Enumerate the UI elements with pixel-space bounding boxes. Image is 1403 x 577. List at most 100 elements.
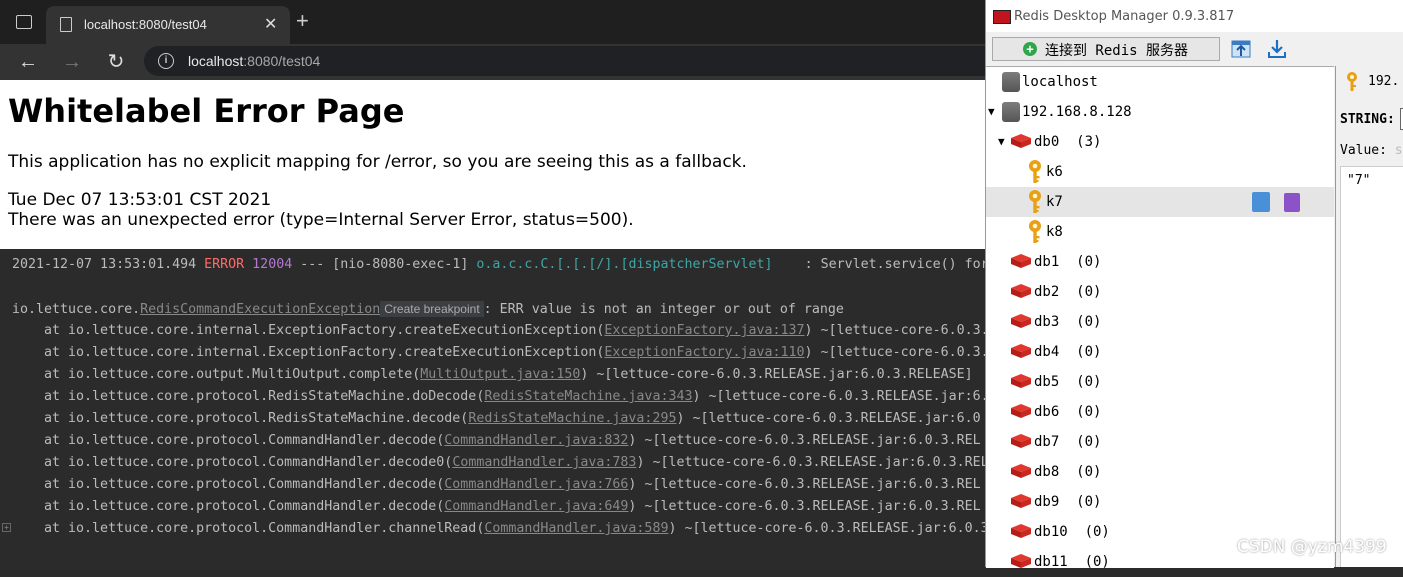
log-tail: : Servlet.service() for (772, 257, 989, 272)
exception-class-link[interactable]: RedisCommandExecutionException (140, 302, 380, 317)
frame-text: at io.lettuce.core.protocol.CommandHandl… (12, 499, 445, 514)
value-text: "7" (1347, 173, 1371, 188)
server-label: 192.168.8.128 (1022, 104, 1132, 120)
frame-text: ) ~[lettuce-core-6.0.3.RELEASE.jar:6.0.3… (636, 455, 989, 470)
source-link[interactable]: CommandHandler.java:832 (444, 433, 628, 448)
key-label: k6 (1046, 164, 1063, 180)
redis-db-icon (1011, 134, 1031, 148)
log-pid: 12004 (244, 257, 293, 272)
tab-active[interactable]: localhost:8080/test04 ✕ (46, 6, 290, 44)
source-link[interactable]: CommandHandler.java:589 (484, 521, 668, 536)
tree-db[interactable]: db4 (0) (986, 337, 1334, 367)
connection-tree: localhost ▼ 192.168.8.128 ▼ db0 (3) k6 k7… (986, 66, 1334, 570)
redis-db-icon (1010, 253, 1032, 269)
tree-db[interactable]: db8 (0) (986, 457, 1334, 487)
db-label: db8 (0) (1034, 464, 1102, 480)
frame-text: ) ~[lettuce-core-6.0.3.RELEASE.jar:6.0.3… (628, 499, 981, 514)
frame-text: at io.lettuce.core.protocol.CommandHandl… (12, 521, 485, 536)
tree-db[interactable]: db1 (0) (986, 247, 1334, 277)
source-link[interactable]: RedisStateMachine.java:343 (484, 389, 692, 404)
key-icon (1028, 220, 1042, 244)
source-link[interactable]: CommandHandler.java:649 (444, 499, 628, 514)
close-icon[interactable]: ✕ (264, 14, 277, 34)
source-link[interactable]: MultiOutput.java:150 (420, 367, 580, 382)
tree-db[interactable]: db6 (0) (986, 397, 1334, 427)
info-icon[interactable]: i (158, 53, 174, 69)
server-label: localhost (1022, 74, 1098, 90)
db-label: db1 (0) (1034, 254, 1102, 270)
source-link[interactable]: RedisStateMachine.java:295 (468, 411, 676, 426)
server-icon (1002, 72, 1020, 92)
expand-arrow-icon[interactable]: ▼ (988, 105, 995, 118)
tree-db[interactable]: db3 (0) (986, 307, 1334, 337)
frame-text: ) ~[lettuce-core-6.0.3.RELEASE.jar:6.0.3… (628, 477, 981, 492)
stack-frame: at io.lettuce.core.protocol.CommandHandl… (12, 520, 989, 538)
address-bar[interactable]: i localhost:8080/test04 (144, 46, 985, 76)
reload-icon[interactable]: ↻ (102, 48, 130, 76)
url-text: localhost:8080/test04 (188, 53, 320, 69)
copy-edit-icon[interactable] (1252, 192, 1270, 212)
log-thread: --- [nio-8080-exec-1] (292, 257, 477, 272)
detail-value-label: Value: s (1340, 143, 1403, 158)
stack-frame: at io.lettuce.core.protocol.RedisStateMa… (12, 410, 981, 428)
tab-title: localhost:8080/test04 (84, 17, 207, 32)
source-link[interactable]: ExceptionFactory.java:137 (604, 323, 804, 338)
tree-server-remote[interactable]: ▼ 192.168.8.128 (986, 97, 1334, 127)
tree-db[interactable]: db5 (0) (986, 367, 1334, 397)
stack-frame: at io.lettuce.core.output.MultiOutput.co… (12, 366, 973, 384)
expand-arrow-icon[interactable]: ▼ (998, 135, 1005, 148)
tree-db[interactable]: db2 (0) (986, 277, 1334, 307)
source-link[interactable]: CommandHandler.java:783 (452, 455, 636, 470)
expand-icon[interactable]: + (2, 523, 11, 532)
url-host: localhost (188, 53, 244, 69)
tree-db[interactable]: db9 (0) (986, 487, 1334, 517)
redis-db-icon (1010, 373, 1032, 389)
import-icon[interactable] (1230, 38, 1252, 60)
export-icon[interactable] (1266, 38, 1288, 60)
forward-icon[interactable]: → (58, 48, 86, 76)
log-timestamp: 2021-12-07 13:53:01.494 (12, 257, 205, 272)
frame-text: ) ~[lettuce-core-6.0.3. (804, 345, 989, 360)
page-icon (60, 17, 72, 32)
error-message: This application has no explicit mapping… (8, 152, 747, 172)
tree-server-localhost[interactable]: localhost (986, 67, 1334, 97)
db-label: db11 (0) (1034, 554, 1110, 570)
tree-db[interactable]: db7 (0) (986, 427, 1334, 457)
db-label: db6 (0) (1034, 404, 1102, 420)
error-date: Tue Dec 07 13:53:01 CST 2021 (8, 190, 272, 210)
frame-text: ) ~[lettuce-core-6.0.3.RELEASE.jar:6.0.3 (668, 521, 989, 536)
exception-line: io.lettuce.core.RedisCommandExecutionExc… (12, 300, 844, 319)
db-label: db7 (0) (1034, 434, 1102, 450)
create-breakpoint-hint[interactable]: Create breakpoint (380, 301, 484, 317)
redis-db-icon (1010, 493, 1032, 509)
console-output: 2021-12-07 13:53:01.494 ERROR 12004 --- … (0, 249, 1133, 567)
redis-db-icon (1010, 403, 1032, 419)
rdm-window: Redis Desktop Manager 0.9.3.817 + 连接到 Re… (985, 0, 1403, 570)
trash-icon[interactable] (1284, 193, 1300, 212)
tree-key-k8[interactable]: k8 (986, 217, 1334, 247)
back-icon[interactable]: ← (14, 48, 42, 76)
db-label: db3 (0) (1034, 314, 1102, 330)
tab-actions-icon[interactable] (16, 15, 32, 29)
frame-text: at io.lettuce.core.protocol.CommandHandl… (12, 455, 453, 470)
tree-db0[interactable]: ▼ db0 (3) (986, 127, 1334, 157)
log-line: 2021-12-07 13:53:01.494 ERROR 12004 --- … (12, 256, 989, 274)
detail-key-name: 192. (1368, 74, 1400, 89)
tree-key-k6[interactable]: k6 (986, 157, 1334, 187)
browser-chrome: localhost:8080/test04 ✕ + ← → ↻ i localh… (0, 0, 985, 80)
redis-db-icon (1010, 283, 1032, 299)
log-level: ERROR (204, 257, 245, 272)
frame-text: ) ~[lettuce-core-6.0.3.RELEASE.jar:6.0 (676, 411, 981, 426)
rdm-window-title: Redis Desktop Manager 0.9.3.817 (1014, 9, 1235, 24)
new-tab-icon[interactable]: + (296, 10, 309, 32)
stack-frame: at io.lettuce.core.protocol.CommandHandl… (12, 454, 989, 472)
frame-text: ) ~[lettuce-core-6.0.3.RELEASE.jar:6.0.3… (580, 367, 973, 382)
source-link[interactable]: ExceptionFactory.java:110 (604, 345, 804, 360)
tree-key-k7[interactable]: k7 (986, 187, 1334, 217)
connect-label: 连接到 Redis 服务器 (1045, 43, 1189, 59)
connect-redis-button[interactable]: + 连接到 Redis 服务器 (992, 37, 1220, 61)
stack-frame: at io.lettuce.core.internal.ExceptionFac… (12, 322, 1133, 340)
frame-text: at io.lettuce.core.protocol.CommandHandl… (12, 433, 445, 448)
value-editor[interactable]: "7" (1340, 166, 1403, 567)
source-link[interactable]: CommandHandler.java:766 (444, 477, 628, 492)
